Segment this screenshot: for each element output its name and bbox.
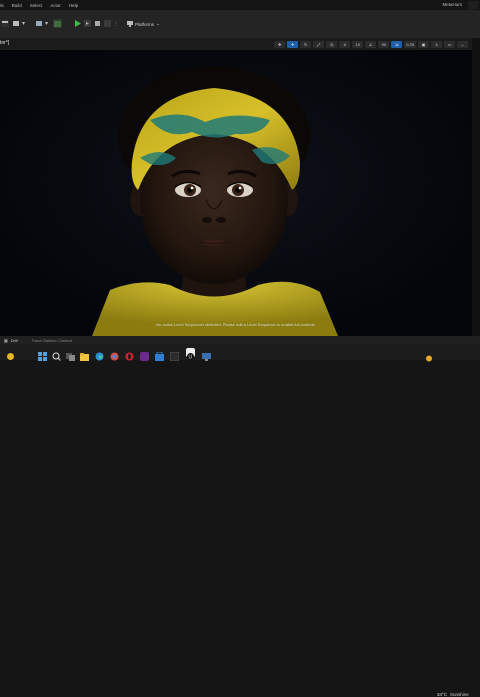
eject-icon[interactable] xyxy=(103,19,111,28)
taskbar: U 34°C Sunshine xyxy=(0,344,480,697)
scale-icon[interactable]: ⤢ xyxy=(313,40,325,48)
store-icon[interactable] xyxy=(155,348,164,361)
edge-icon[interactable] xyxy=(95,348,104,361)
app-title: MetaHum xyxy=(442,2,462,7)
temperature[interactable]: 34°C xyxy=(437,692,447,697)
cinematics-icon[interactable] xyxy=(53,19,62,28)
chrome-icon[interactable] xyxy=(110,348,119,361)
sequencer-message: No active Level Sequencer detected. Plea… xyxy=(156,322,316,327)
step-icon[interactable] xyxy=(83,19,91,28)
window-control[interactable] xyxy=(468,1,478,9)
chevron-down-icon: ⌄ xyxy=(156,21,160,26)
terminal-icon[interactable] xyxy=(169,348,180,362)
camera-speed-icon[interactable]: ▣ xyxy=(418,40,429,48)
platforms-button[interactable]: Platforms ⌄ xyxy=(127,21,160,27)
viewport-layout-icon[interactable]: ▭ xyxy=(444,40,455,48)
monitor-icon[interactable] xyxy=(202,348,211,361)
menu-bar: ols Build Select Actor Help MetaHum xyxy=(0,0,480,10)
details-panel-edge xyxy=(472,38,480,336)
main-toolbar: ⋮ Platforms ⌄ xyxy=(0,10,480,38)
weather-condition[interactable]: Sunshine xyxy=(450,692,469,697)
select-mode-icon[interactable]: ✥ xyxy=(274,40,286,48)
weather-icon[interactable] xyxy=(6,348,15,360)
save-icon[interactable] xyxy=(1,19,9,28)
play-icon[interactable] xyxy=(73,19,81,28)
platforms-label: Platforms xyxy=(135,21,155,27)
character-render xyxy=(0,50,472,336)
grid-snap-icon[interactable]: # xyxy=(339,40,351,48)
level-viewport[interactable]: No active Level Sequencer detected. Plea… xyxy=(0,50,472,336)
unreal-icon[interactable]: U xyxy=(186,348,195,361)
opera-icon[interactable] xyxy=(125,348,134,361)
scale-snap-icon[interactable]: ⇲ xyxy=(391,40,403,48)
search-icon[interactable] xyxy=(52,348,61,361)
content-icon[interactable] xyxy=(13,19,27,28)
camera-count[interactable]: 4 xyxy=(431,40,442,48)
task-view-icon[interactable] xyxy=(66,348,75,361)
stop-icon[interactable] xyxy=(93,19,101,28)
fov-value[interactable]: 90 xyxy=(378,40,390,48)
bottom-tabs[interactable]: Trace Outliner Content xyxy=(32,338,72,343)
menu-actor[interactable]: Actor xyxy=(50,3,61,8)
menu-build[interactable]: Build xyxy=(12,3,22,8)
world-icon[interactable]: ◎ xyxy=(326,40,338,48)
file-explorer-icon[interactable] xyxy=(80,348,89,361)
spotify-icon[interactable] xyxy=(140,348,149,361)
grid-size[interactable]: 10 xyxy=(352,40,364,48)
more-options-icon[interactable]: ⋮ xyxy=(113,19,119,28)
translate-icon[interactable]: ✛ xyxy=(287,40,299,48)
viewport-options-icon[interactable]: ⌄ xyxy=(457,40,468,48)
scale-value[interactable]: 0.25 xyxy=(404,40,416,48)
drill-icon[interactable]: ▦ xyxy=(4,338,8,343)
menu-select[interactable]: Select xyxy=(30,3,43,8)
editor-bottom-bar: ▦ Drill Trace Outliner Content xyxy=(0,336,480,344)
menu-tools[interactable]: ols xyxy=(0,3,4,8)
viewport-header: tor°] ✥ ✛ ↻ ⤢ ◎ # 10 ∠ 90 ⇲ 0.25 ▣ 4 ▭ ⌄ xyxy=(0,38,476,50)
viewport-title: tor°] xyxy=(0,40,10,46)
rotate-icon[interactable]: ↻ xyxy=(300,40,312,48)
mode-label[interactable]: Drill xyxy=(11,338,18,343)
blueprint-icon[interactable] xyxy=(36,19,50,28)
weather-sun-icon[interactable] xyxy=(425,349,433,362)
viewport-toolbar: ✥ ✛ ↻ ⤢ ◎ # 10 ∠ 90 ⇲ 0.25 ▣ 4 ▭ ⌄ xyxy=(274,40,468,48)
windows-icon[interactable] xyxy=(38,348,47,361)
rotation-snap-icon[interactable]: ∠ xyxy=(365,40,377,48)
menu-help[interactable]: Help xyxy=(69,3,78,8)
platforms-icon xyxy=(127,21,133,27)
